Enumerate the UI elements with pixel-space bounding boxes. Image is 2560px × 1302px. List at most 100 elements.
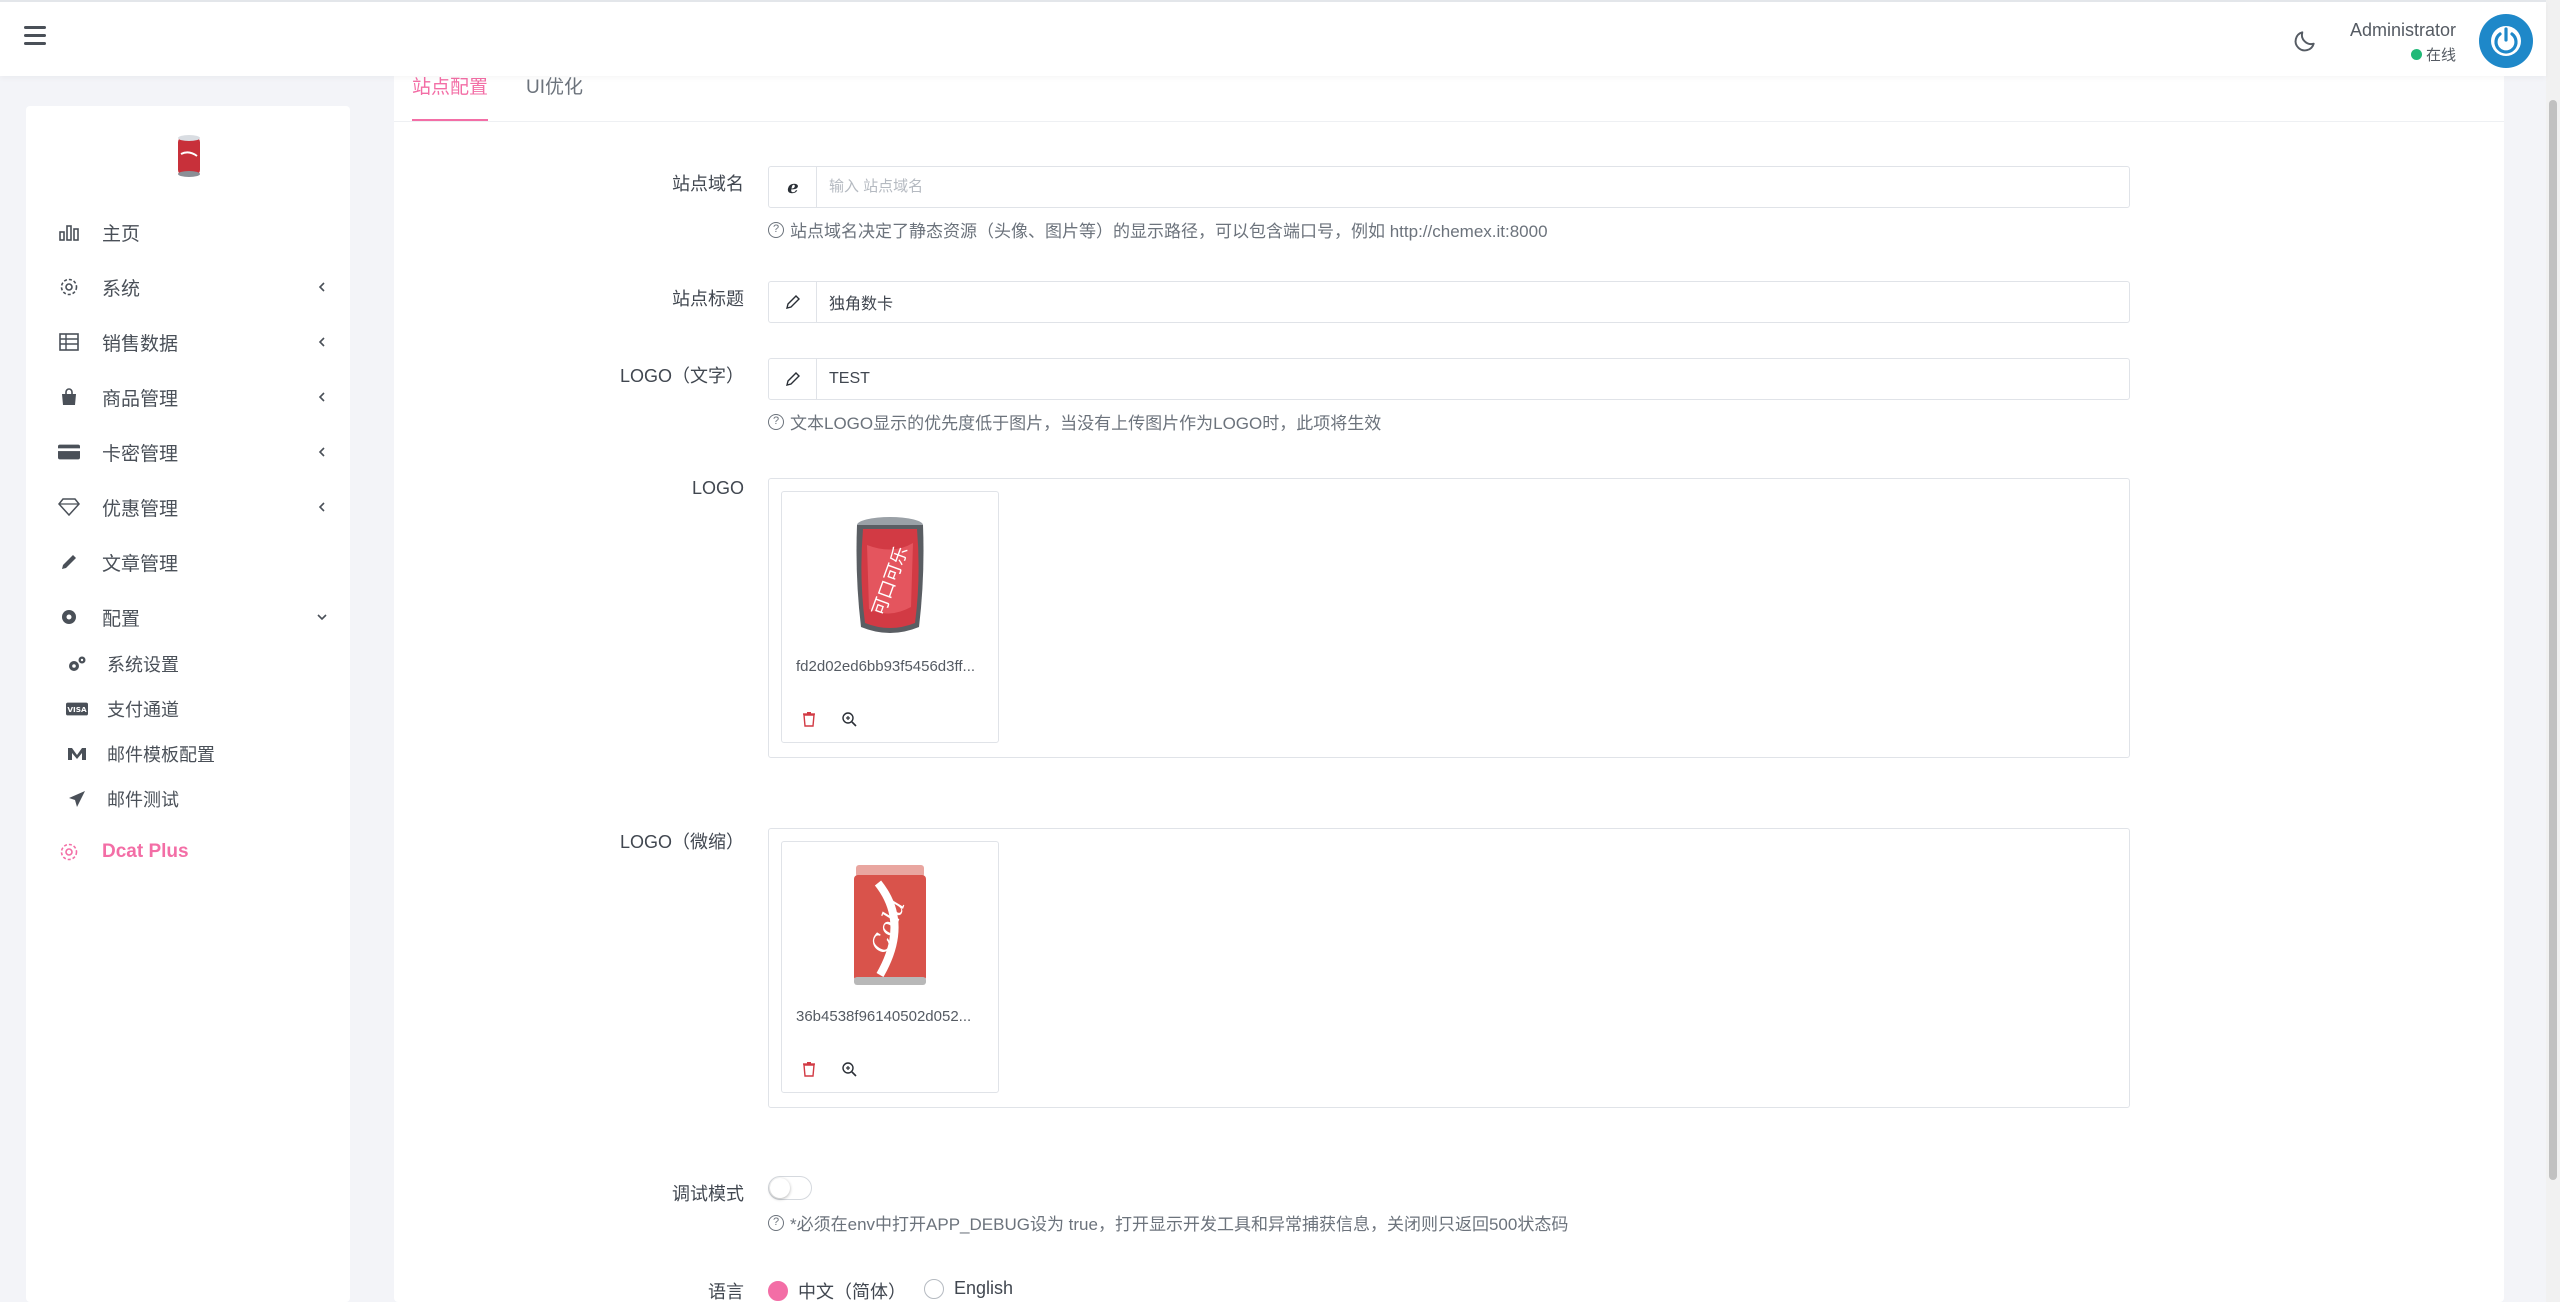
chevron-left-icon [318, 282, 325, 292]
user-status-label: 在线 [2425, 47, 2456, 64]
site-title-group [768, 281, 2130, 323]
svg-text:e: e [787, 178, 798, 196]
logo-label: LOGO [691, 478, 744, 498]
sidebar-subitem-label: 邮件模板配置 [107, 745, 215, 765]
credit-card-icon [58, 441, 80, 463]
debug-label: 调试模式 [672, 1184, 744, 1204]
user-status: 在线 [2410, 44, 2456, 65]
sidebar-item-label: 配置 [102, 608, 141, 630]
cola-can-logo [178, 135, 200, 177]
user-name[interactable]: Administrator [2350, 20, 2456, 41]
sidebar-item-coupons[interactable]: 优惠管理 [26, 482, 350, 532]
logo-file-card: 可口可乐 fd2d02ed6bb93f5456d3ff... [781, 491, 999, 743]
table-icon [58, 331, 80, 353]
question-circle-icon: ? [768, 221, 784, 238]
logo-text-help-text: 文本LOGO显示的优先度低于图片，当没有上传图片作为LOGO时，此项将生效 [790, 414, 1382, 433]
sidebar-subitem-label: 邮件测试 [107, 790, 179, 810]
tab-ui-optimize[interactable]: UI优化 [526, 72, 583, 119]
diamond-icon [58, 496, 80, 518]
question-circle-icon: ? [768, 1214, 784, 1231]
logo-text-help: ? 文本LOGO显示的优先度低于图片，当没有上传图片作为LOGO时，此项将生效 [768, 409, 1381, 434]
logo-thumb-file-card: Cola 36b4538f96140502d052... [781, 841, 999, 1093]
power-icon [2491, 26, 2521, 56]
site-domain-input[interactable] [817, 167, 2129, 207]
toggle-knob [770, 1178, 790, 1198]
chevron-left-icon [318, 337, 325, 347]
pencil-icon [769, 282, 817, 322]
logo-text-input[interactable] [817, 359, 2129, 399]
sidebar-item-label: 商品管理 [102, 388, 179, 410]
logo-text-label: LOGO（文字） [619, 366, 744, 386]
sidebar-item-articles[interactable]: 文章管理 [26, 537, 350, 587]
sidebar-item-system[interactable]: 系统 [26, 262, 350, 312]
delete-icon[interactable] [800, 710, 818, 728]
logo-preview-image: 可口可乐 [782, 512, 998, 642]
sidebar-item-dcat-plus[interactable]: Dcat Plus [26, 827, 350, 877]
logo-thumb-upload-area[interactable]: Cola 36b4538f96140502d052... [768, 828, 2130, 1108]
sidebar-item-label: 系统 [102, 278, 141, 300]
sidebar-item-label: 优惠管理 [102, 498, 179, 520]
sidebar-subitem-payment[interactable]: VISA 支付通道 [26, 689, 350, 729]
zoom-in-icon[interactable] [840, 710, 858, 728]
language-label: 语言 [708, 1282, 744, 1302]
paper-plane-icon [66, 788, 88, 810]
sidebar-subitem-mail-test[interactable]: 邮件测试 [26, 779, 350, 819]
sidebar-item-config[interactable]: 配置 [26, 592, 350, 642]
cogs-icon [66, 653, 88, 675]
logo-file-name: fd2d02ed6bb93f5456d3ff... [796, 658, 976, 675]
hamburger-icon[interactable] [24, 26, 46, 50]
pencil-icon [58, 551, 80, 573]
sidebar-item-label: Dcat Plus [102, 841, 189, 862]
language-option-label: 中文（简体） [798, 1282, 906, 1302]
debug-help-text: *必须在env中打开APP_DEBUG设为 true，打开显示开发工具和异常捕获… [790, 1215, 1569, 1234]
logo-thumb-preview-image: Cola [782, 862, 998, 992]
chevron-left-icon [318, 447, 325, 457]
sidebar-item-label: 卡密管理 [102, 443, 179, 465]
language-option-label: English [954, 1278, 1014, 1298]
sidebar-subitem-label: 支付通道 [107, 700, 179, 720]
sidebar-item-cards[interactable]: 卡密管理 [26, 427, 350, 477]
pencil-icon [769, 359, 817, 399]
scrollbar-thumb[interactable] [2549, 100, 2557, 1180]
sidebar-subitem-system-settings[interactable]: 系统设置 [26, 644, 350, 684]
sidebar-item-sales[interactable]: 销售数据 [26, 317, 350, 367]
question-circle-icon: ? [768, 413, 784, 430]
site-title-input[interactable] [817, 282, 2129, 322]
logo-text-group [768, 358, 2130, 400]
debug-toggle[interactable] [768, 1176, 812, 1200]
online-dot [2410, 49, 2422, 60]
delete-icon[interactable] [800, 1060, 818, 1078]
shopping-bag-icon [58, 386, 80, 408]
mail-template-icon [66, 743, 88, 765]
gear-icon [58, 276, 80, 298]
site-domain-group: e [768, 166, 2130, 208]
moon-icon[interactable] [2292, 28, 2318, 54]
avatar[interactable] [2479, 14, 2533, 68]
sidebar-item-goods[interactable]: 商品管理 [26, 372, 350, 422]
page-scrollbar[interactable] [2546, 0, 2560, 1302]
settings-panel: 站点配置 UI优化 站点域名 e ? 站点域名决定了静态资源（头像、图片等）的显示… [394, 52, 2504, 1302]
sidebar: 主页 系统 销售数据 商品管理 卡密管理 优惠管理 文章管理 配置 系统设置 V… [26, 106, 350, 1302]
chevron-down-icon [317, 614, 327, 621]
top-navbar: Administrator 在线 [0, 0, 2546, 76]
sidebar-item-label: 文章管理 [102, 553, 179, 575]
logo-upload-area[interactable]: 可口可乐 fd2d02ed6bb93f5456d3ff... [768, 478, 2130, 758]
site-domain-label: 站点域名 [672, 174, 744, 194]
logo-thumb-file-name: 36b4538f96140502d052... [796, 1008, 972, 1025]
chevron-left-icon [318, 392, 325, 402]
sidebar-item-home[interactable]: 主页 [26, 207, 350, 257]
sidebar-subitem-mail-template[interactable]: 邮件模板配置 [26, 734, 350, 774]
site-title-label: 站点标题 [672, 289, 744, 309]
svg-text:VISA: VISA [67, 705, 87, 714]
zoom-in-icon[interactable] [840, 1060, 858, 1078]
sidebar-subitem-label: 系统设置 [107, 655, 179, 675]
radio-circle [924, 1278, 944, 1299]
debug-help: ? *必须在env中打开APP_DEBUG设为 true，打开显示开发工具和异常捕… [768, 1210, 1568, 1235]
language-radio-zh[interactable]: 中文（简体） [768, 1278, 906, 1302]
radio-circle [768, 1281, 788, 1301]
site-domain-help: ? 站点域名决定了静态资源（头像、图片等）的显示路径，可以包含端口号，例如 htt… [768, 217, 1548, 242]
language-radio-en[interactable]: English [924, 1278, 1013, 1299]
sidebar-item-label: 主页 [102, 223, 141, 245]
bar-chart-icon [58, 221, 80, 243]
tab-site-config[interactable]: 站点配置 [412, 72, 489, 121]
